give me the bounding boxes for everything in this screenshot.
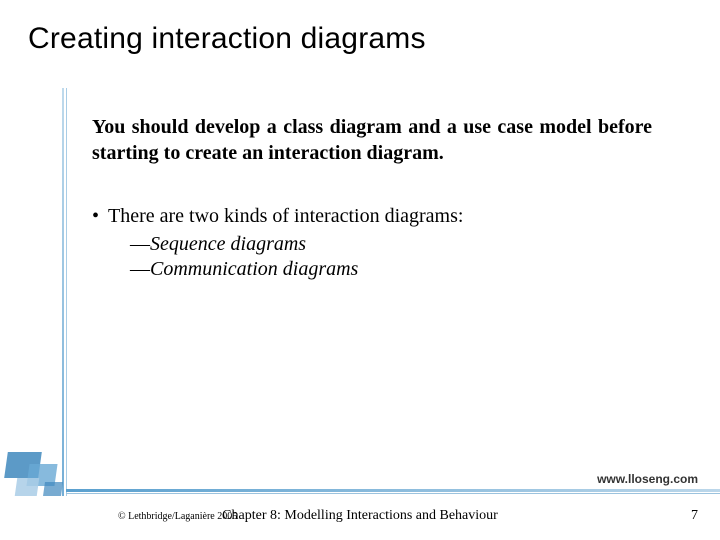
bullet-kinds: There are two kinds of interaction diagr… xyxy=(92,204,652,230)
chapter-label: Chapter 8: Modelling Interactions and Be… xyxy=(0,508,720,524)
site-url: www.lloseng.com xyxy=(593,472,702,486)
content-area: You should develop a class diagram and a… xyxy=(92,115,652,283)
slide-title: Creating interaction diagrams xyxy=(28,22,426,56)
kinds-list: Sequence diagrams Communication diagrams xyxy=(92,232,652,283)
intro-paragraph: You should develop a class diagram and a… xyxy=(92,115,652,166)
slide: Creating interaction diagrams You should… xyxy=(0,0,720,540)
kind-communication: Communication diagrams xyxy=(92,257,652,283)
corner-logo xyxy=(2,450,74,510)
bullet-block: There are two kinds of interaction diagr… xyxy=(92,204,652,283)
left-accent-lines xyxy=(62,88,68,496)
bottom-divider xyxy=(0,489,720,495)
kind-sequence: Sequence diagrams xyxy=(92,232,652,258)
page-number: 7 xyxy=(691,508,698,524)
